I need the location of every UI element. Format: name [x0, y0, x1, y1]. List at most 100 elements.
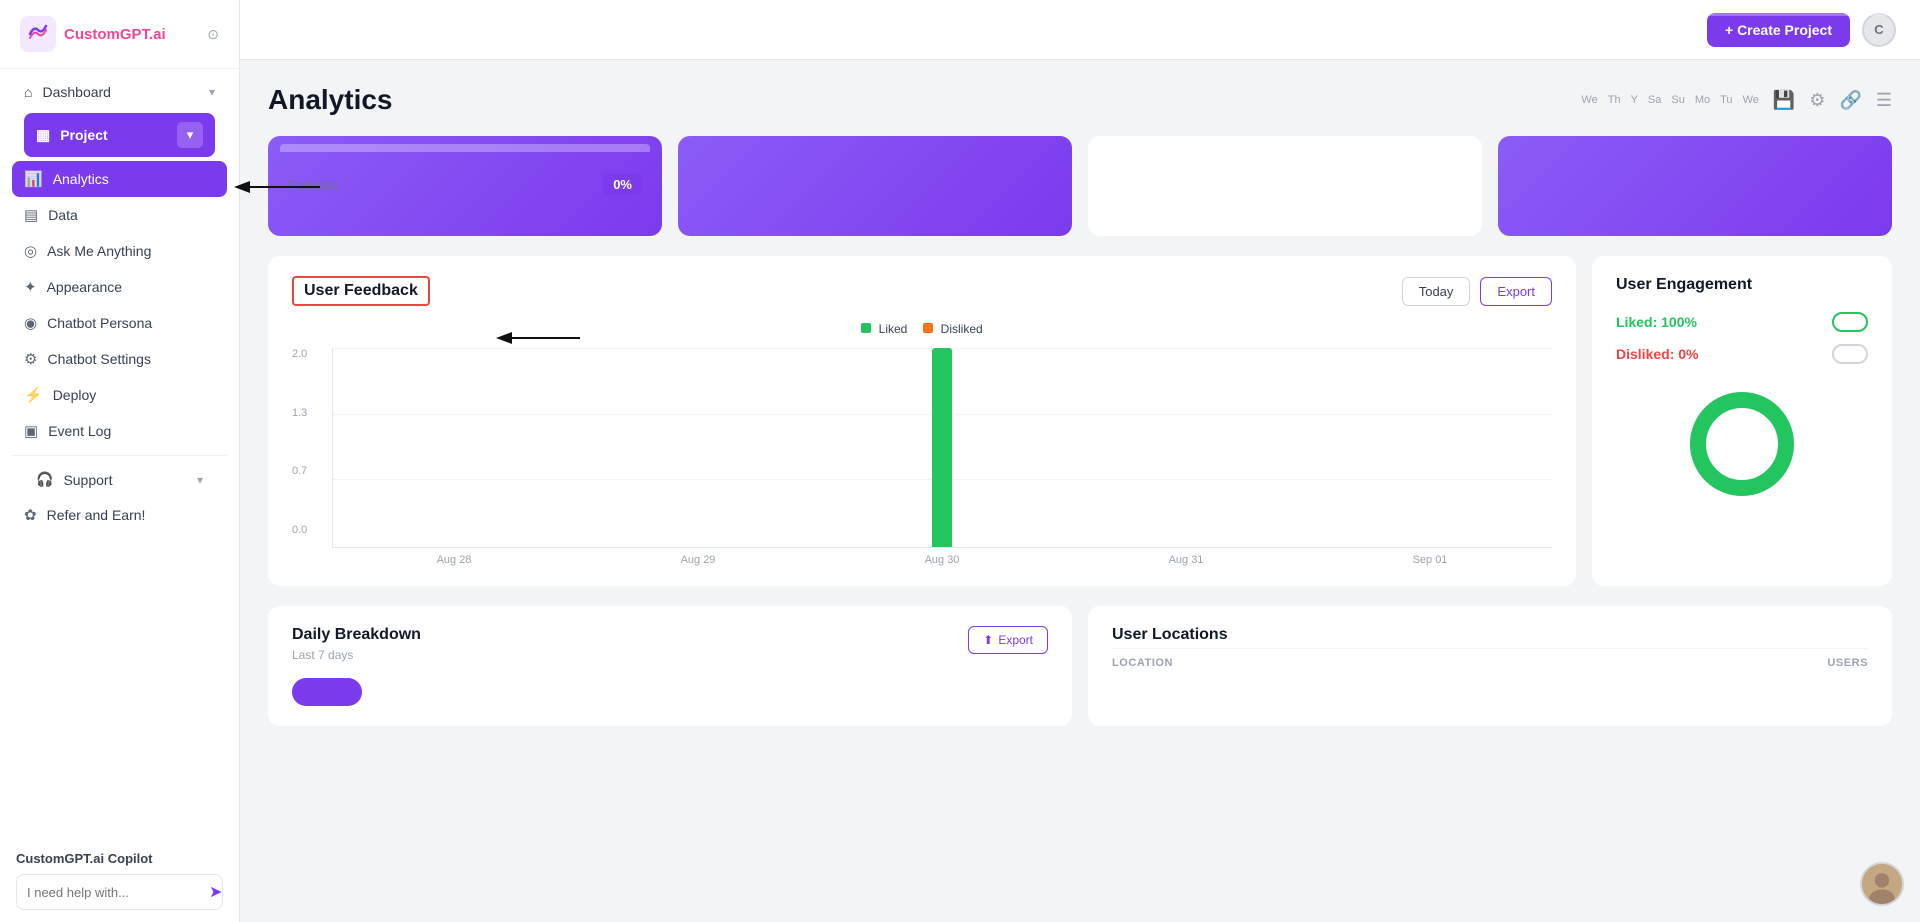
project-icon: ▦	[36, 126, 50, 144]
logo-text: CustomGPT.ai	[64, 26, 166, 43]
feedback-export-button[interactable]: Export	[1480, 277, 1552, 306]
support-chevron-icon: ▾	[197, 473, 203, 487]
liked-legend-item: Liked	[861, 322, 907, 336]
daily-breakdown-subtitle: Last 7 days	[292, 648, 421, 662]
analytics-icon: 📊	[24, 170, 43, 188]
chevron-down-icon: ▾	[209, 85, 215, 99]
bars-container	[333, 348, 1552, 547]
x-label-aug29: Aug 29	[576, 554, 820, 566]
sidebar-item-analytics[interactable]: 📊 Analytics	[12, 161, 227, 197]
chart-title-box: User Feedback	[292, 276, 430, 306]
sidebar-item-ask-me[interactable]: ◎ Ask Me Anything	[12, 233, 227, 269]
dashboard-label: Dashboard	[42, 84, 111, 100]
sidebar: CustomGPT.ai ⊙ ⌂ Dashboard ▾ ▦ Project ▾…	[0, 0, 240, 922]
bar-aug30	[823, 348, 1063, 547]
daily-breakdown-card: Daily Breakdown Last 7 days ⬆ Export	[268, 606, 1072, 726]
liked-row: Liked: 100%	[1616, 312, 1868, 332]
y-axis: 2.0 1.3 0.7 0.0	[292, 348, 315, 536]
project-label: Project	[60, 127, 107, 143]
user-locations-title: User Locations	[1112, 626, 1868, 644]
disliked-dot	[923, 323, 933, 333]
chart-legend: Liked Disliked	[292, 322, 1552, 336]
bar-sep01	[1302, 348, 1542, 547]
bar-aug30-fill	[932, 348, 952, 547]
main-wrapper: + Create Project C Analytics WeThYSaSuMo…	[240, 0, 1920, 922]
bar-chart-wrap: 2.0 1.3 0.7 0.0	[292, 348, 1552, 566]
user-feedback-title: User Feedback	[304, 282, 418, 299]
user-feedback-card: User Feedback Today Export Liked	[268, 256, 1576, 586]
daily-breakdown-header: Daily Breakdown Last 7 days ⬆ Export	[292, 626, 1048, 674]
save-icon[interactable]: 💾	[1773, 90, 1795, 111]
metric-card-4	[1498, 136, 1892, 236]
disliked-percentage-label: Disliked: 0%	[1616, 346, 1698, 362]
failures-value: 0%	[603, 174, 642, 195]
bar-aug31	[1062, 348, 1302, 547]
x-label-sep01: Sep 01	[1308, 554, 1552, 566]
analytics-label: Analytics	[53, 171, 109, 187]
breakdown-tab-1[interactable]	[292, 678, 362, 706]
dashboard-icon: ⌂	[24, 84, 32, 100]
settings-icon: ⚙	[24, 350, 37, 368]
menu-icon[interactable]: ☰	[1876, 90, 1892, 111]
chart-area	[332, 348, 1552, 548]
locations-column-header: LOCATION USERS	[1112, 648, 1868, 669]
bottom-row: Daily Breakdown Last 7 days ⬆ Export Use…	[268, 606, 1892, 726]
user-locations-card: User Locations LOCATION USERS	[1088, 606, 1892, 726]
create-project-button[interactable]: + Create Project	[1707, 13, 1850, 47]
page-icons: WeThYSaSuMoTuWe 💾 ⚙ 🔗 ☰	[1581, 90, 1892, 111]
link-icon[interactable]: 🔗	[1839, 90, 1861, 111]
support-label: Support	[63, 472, 112, 488]
x-label-aug30: Aug 30	[820, 554, 1064, 566]
project-chevron-button[interactable]: ▾	[177, 122, 203, 148]
sidebar-item-appearance[interactable]: ✦ Appearance	[12, 269, 227, 305]
liked-percentage-label: Liked: 100%	[1616, 314, 1697, 330]
donut-chart-wrap	[1616, 384, 1868, 504]
top-metric-cards: Failures 0%	[268, 136, 1892, 236]
sidebar-item-chatbot-persona[interactable]: ◉ Chatbot Persona	[12, 305, 227, 341]
liked-dot	[861, 323, 871, 333]
metric-card-1: Failures 0%	[268, 136, 662, 236]
donut-chart	[1682, 384, 1802, 504]
sidebar-item-deploy[interactable]: ⚡ Deploy	[12, 377, 227, 413]
liked-toggle[interactable]	[1832, 312, 1868, 332]
avatar[interactable]: C	[1862, 13, 1896, 47]
appearance-icon: ✦	[24, 278, 37, 296]
sidebar-item-event-log[interactable]: ▣ Event Log	[12, 413, 227, 449]
disliked-legend-item: Disliked	[923, 322, 982, 336]
sidebar-item-chatbot-settings[interactable]: ⚙ Chatbot Settings	[12, 341, 227, 377]
export-icon: ⬆	[983, 633, 993, 647]
gear-icon[interactable]: ⚙	[1809, 90, 1825, 111]
failures-label: Failures	[288, 177, 338, 193]
charts-row: User Feedback Today Export Liked	[268, 256, 1892, 586]
breakdown-tabs	[292, 678, 1048, 706]
bottom-avatar[interactable]	[1860, 862, 1904, 906]
disliked-toggle[interactable]	[1832, 344, 1868, 364]
chart-header: User Feedback Today Export	[292, 276, 1552, 306]
copilot-title: CustomGPT.ai Copilot	[16, 851, 223, 866]
page-header: Analytics WeThYSaSuMoTuWe 💾 ⚙ 🔗 ☰	[268, 84, 1892, 116]
user-engagement-card: User Engagement Liked: 100% Disliked: 0%	[1592, 256, 1892, 586]
deploy-label: Deploy	[53, 387, 97, 403]
sidebar-item-refer[interactable]: ✿ Refer and Earn!	[12, 497, 227, 533]
sidebar-item-support[interactable]: 🎧 Support ▾	[12, 462, 227, 497]
event-log-icon: ▣	[24, 422, 38, 440]
location-col-label: LOCATION	[1112, 657, 1173, 669]
persona-label: Chatbot Persona	[47, 315, 152, 331]
sidebar-item-dashboard[interactable]: ⌂ Dashboard ▾	[12, 75, 227, 109]
users-col-label: USERS	[1827, 657, 1868, 669]
analytics-page: Analytics WeThYSaSuMoTuWe 💾 ⚙ 🔗 ☰ Failur…	[240, 60, 1920, 922]
today-button[interactable]: Today	[1402, 277, 1471, 306]
copilot-input[interactable]	[27, 885, 203, 900]
event-log-label: Event Log	[48, 423, 111, 439]
sidebar-item-project[interactable]: ▦ Project ▾	[24, 113, 215, 157]
date-labels-row: WeThYSaSuMoTuWe	[1581, 94, 1758, 106]
logo-icon	[20, 16, 56, 52]
sidebar-item-data[interactable]: ▤ Data	[12, 197, 227, 233]
daily-breakdown-export-button[interactable]: ⬆ Export	[968, 626, 1048, 654]
settings-label: Chatbot Settings	[47, 351, 151, 367]
appearance-label: Appearance	[47, 279, 123, 295]
copilot-send-button[interactable]: ➤	[209, 882, 222, 902]
clock-icon[interactable]: ⊙	[207, 26, 219, 43]
engagement-title: User Engagement	[1616, 276, 1868, 294]
copilot-section: CustomGPT.ai Copilot ➤	[0, 839, 239, 922]
